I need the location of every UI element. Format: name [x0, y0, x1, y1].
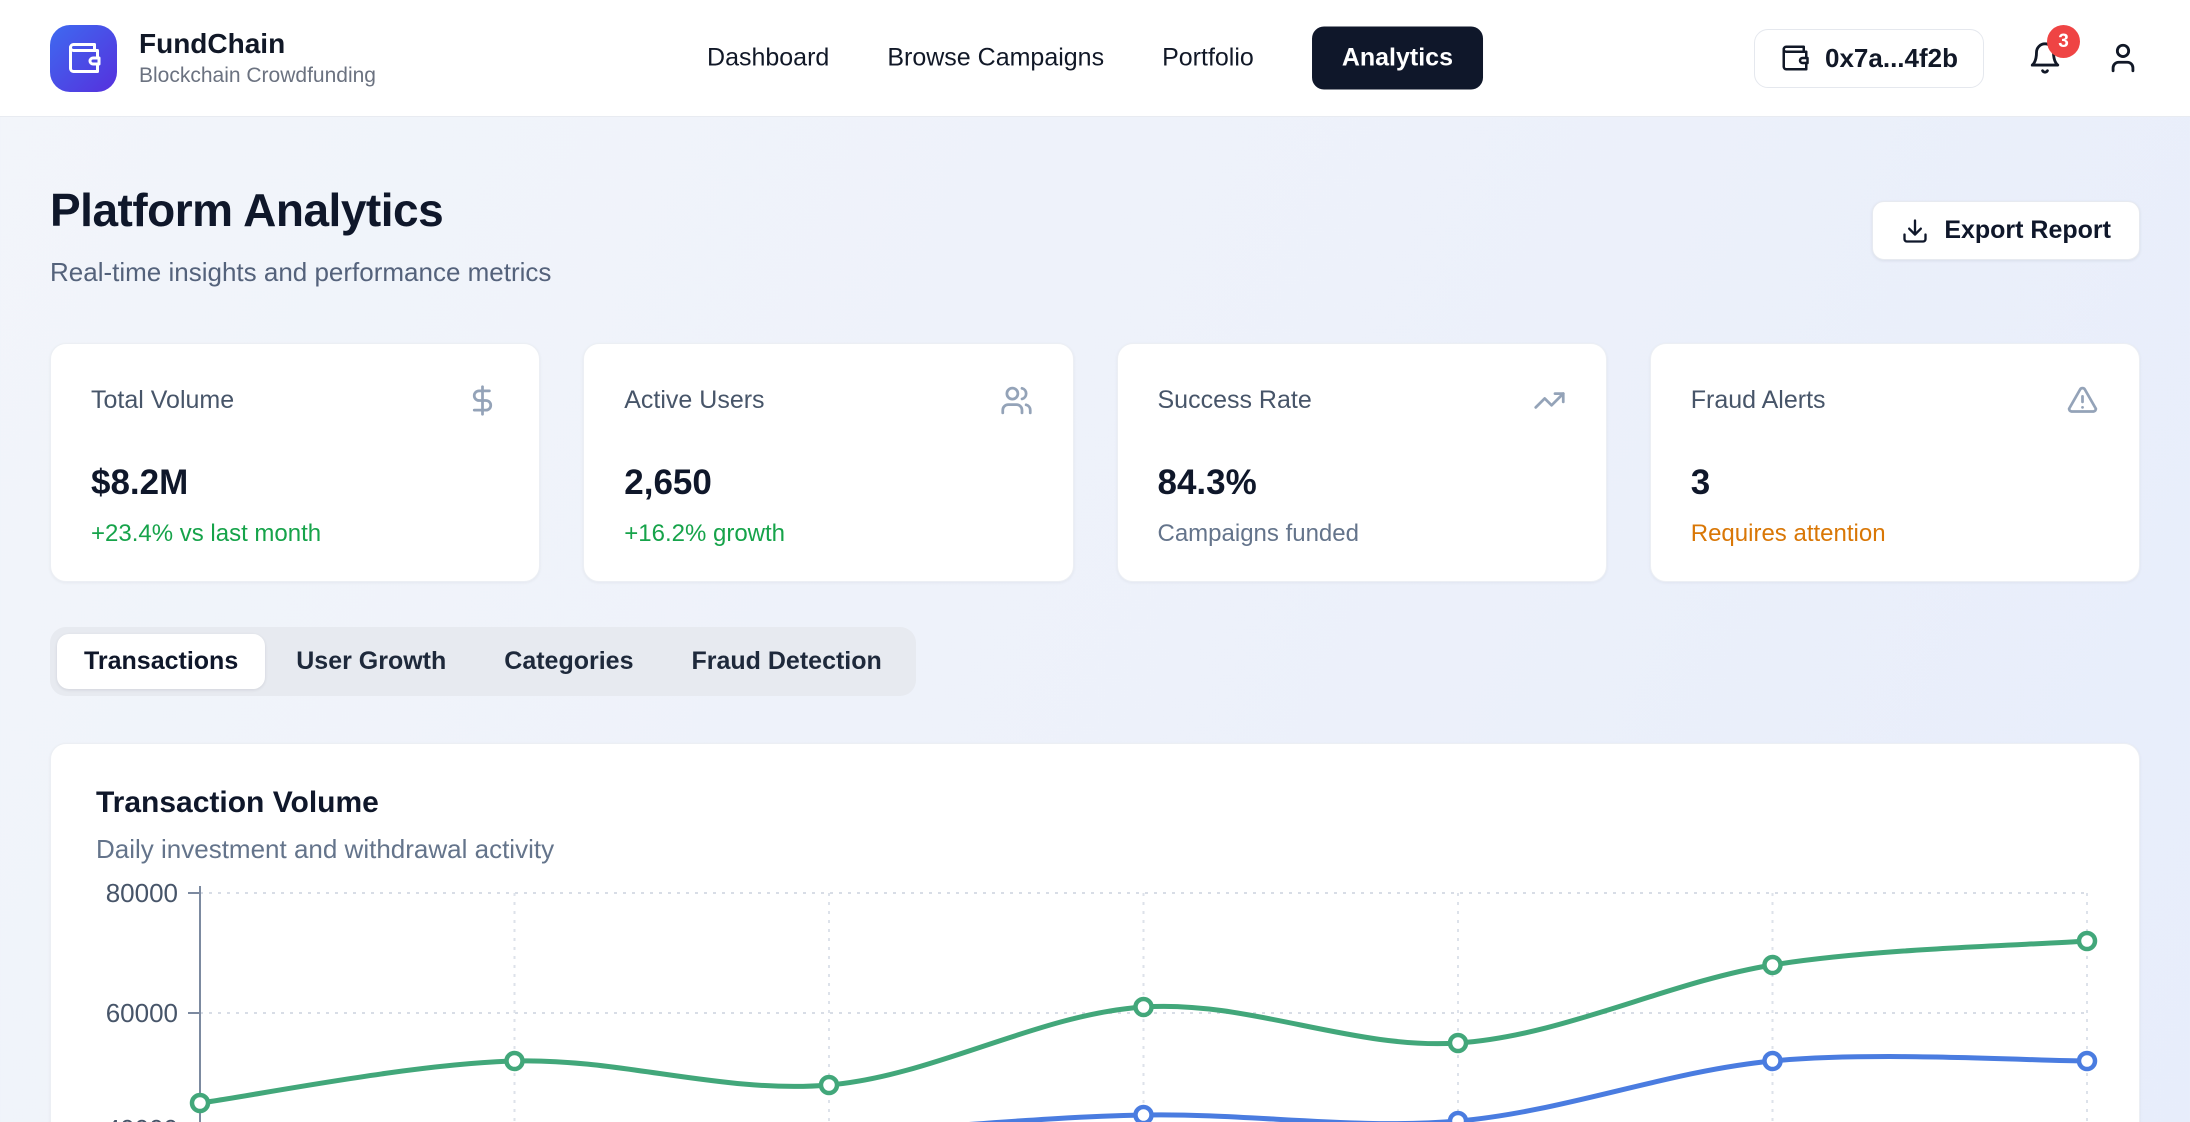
brand: FundChain Blockchain Crowdfunding: [50, 25, 376, 92]
brand-logo: [50, 25, 117, 92]
brand-name: FundChain: [139, 28, 376, 60]
data-point-investments: [507, 1053, 523, 1069]
wallet-icon: [1780, 43, 1810, 73]
tab-fraud-detection[interactable]: Fraud Detection: [664, 634, 908, 689]
stat-label: Active Users: [624, 386, 764, 415]
main-nav: Dashboard Browse Campaigns Portfolio Analyt…: [707, 27, 1483, 90]
stats-row: Total Volume $8.2M +23.4% vs last month Act…: [50, 343, 2140, 582]
data-point-withdrawals: [1765, 1053, 1781, 1069]
tab-user-growth[interactable]: User Growth: [269, 634, 473, 689]
transaction-volume-chart: 40000 60000 80000: [0, 878, 2190, 1122]
stat-label: Total Volume: [91, 386, 234, 415]
wallet-address: 0x7a...4f2b: [1825, 43, 1958, 74]
chart-subtitle: Daily investment and withdrawal activity: [96, 834, 2094, 865]
stat-value: 2,650: [624, 463, 1032, 503]
nav-item-portfolio[interactable]: Portfolio: [1162, 44, 1254, 73]
stat-card: Fraud Alerts 3 Requires attention: [1650, 343, 2140, 582]
stat-card: Success Rate 84.3% Campaigns funded: [1117, 343, 1607, 582]
data-point-withdrawals: [1136, 1107, 1152, 1122]
data-point-investments: [821, 1077, 837, 1093]
tab-transactions[interactable]: Transactions: [57, 634, 265, 689]
stat-card: Active Users 2,650 +16.2% growth: [583, 343, 1073, 582]
nav-item-analytics[interactable]: Analytics: [1312, 27, 1483, 90]
nav-item-dashboard[interactable]: Dashboard: [707, 44, 829, 73]
chart-tabs: TransactionsUser GrowthCategoriesFraud D…: [50, 627, 916, 696]
stat-value: 84.3%: [1158, 463, 1566, 503]
tab-categories[interactable]: Categories: [477, 634, 660, 689]
stat-note: +23.4% vs last month: [91, 520, 499, 548]
stat-label: Fraud Alerts: [1691, 386, 1826, 415]
navbar: FundChain Blockchain Crowdfunding Dashbo…: [0, 0, 2190, 117]
y-axis-label: 40000: [106, 1114, 178, 1122]
notification-badge: 3: [2047, 25, 2080, 58]
trending-up-icon: [1533, 384, 1566, 417]
nav-item-browse-campaigns[interactable]: Browse Campaigns: [887, 44, 1104, 73]
data-point-investments: [192, 1095, 208, 1111]
page-subtitle: Real-time insights and performance metri…: [50, 257, 551, 288]
data-point-investments: [1765, 957, 1781, 973]
stat-note: +16.2% growth: [624, 520, 1032, 548]
data-point-investments: [1136, 999, 1152, 1015]
stat-value: 3: [1691, 463, 2099, 503]
page-header: Platform Analytics Real-time insights an…: [50, 183, 2140, 288]
y-axis-label: 80000: [106, 878, 178, 908]
stat-label: Success Rate: [1158, 386, 1312, 415]
stat-card: Total Volume $8.2M +23.4% vs last month: [50, 343, 540, 582]
stat-value: $8.2M: [91, 463, 499, 503]
wallet-icon: [66, 40, 102, 76]
export-report-button[interactable]: Export Report: [1872, 201, 2140, 260]
profile-button[interactable]: [2106, 41, 2140, 75]
dollar-icon: [466, 384, 499, 417]
download-icon: [1901, 217, 1929, 245]
navbar-actions: 0x7a...4f2b 3: [1754, 29, 2140, 88]
alert-triangle-icon: [2066, 384, 2099, 417]
stat-note: Campaigns funded: [1158, 520, 1566, 548]
notifications-button[interactable]: 3: [2028, 41, 2062, 75]
stat-note: Requires attention: [1691, 520, 2099, 548]
data-point-investments: [2079, 933, 2095, 949]
users-icon: [1000, 384, 1033, 417]
data-point-investments: [1450, 1035, 1466, 1051]
wallet-address-button[interactable]: 0x7a...4f2b: [1754, 29, 1984, 88]
data-point-withdrawals: [2079, 1053, 2095, 1069]
page-title: Platform Analytics: [50, 183, 551, 237]
brand-tagline: Blockchain Crowdfunding: [139, 64, 376, 88]
y-axis-label: 60000: [106, 998, 178, 1028]
data-point-withdrawals: [1450, 1113, 1466, 1122]
chart-title: Transaction Volume: [96, 786, 2094, 820]
user-icon: [2106, 41, 2140, 75]
